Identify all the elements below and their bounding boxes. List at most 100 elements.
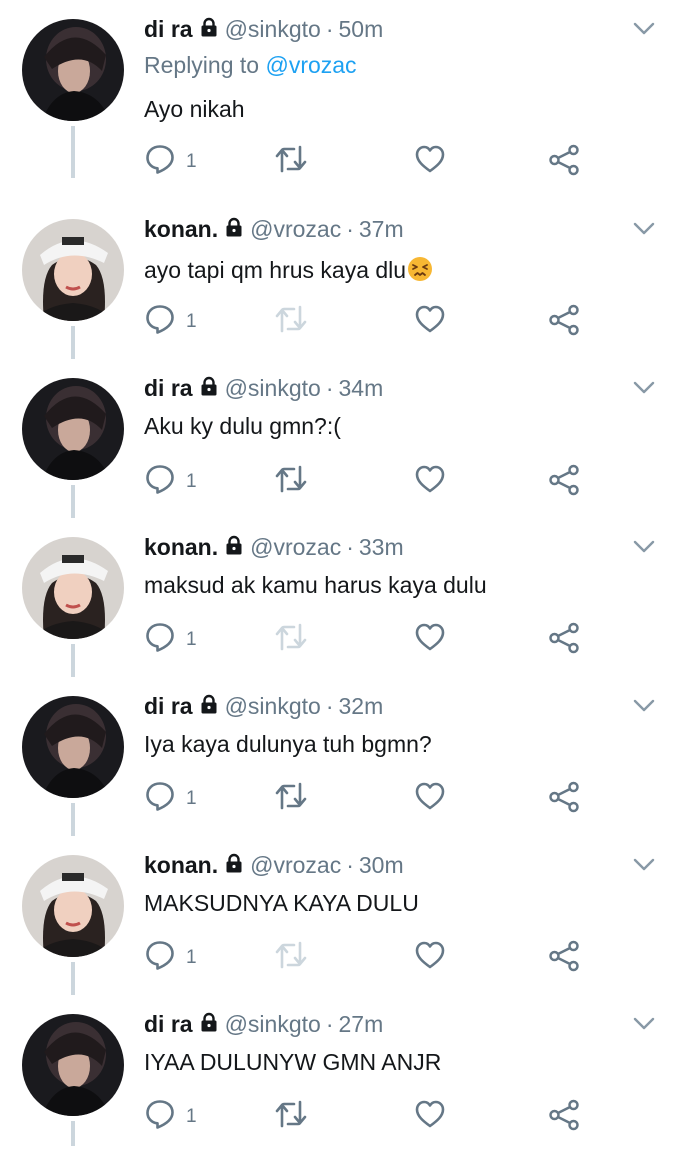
- share-button[interactable]: [548, 781, 580, 818]
- thread-line: [71, 485, 75, 518]
- timestamp[interactable]: 27m: [338, 1011, 383, 1038]
- separator-dot: ·: [346, 216, 354, 242]
- tweet[interactable]: di ra @sinkgto · 34m Aku ky dulu gmn?:( …: [0, 359, 679, 518]
- display-name[interactable]: di ra: [144, 375, 193, 402]
- thread-line: [71, 126, 75, 159]
- reply-button[interactable]: 1: [144, 781, 197, 816]
- tweet-text: Ayo nikah: [144, 96, 245, 122]
- display-name[interactable]: konan.: [144, 852, 218, 879]
- chevron-down-icon[interactable]: [633, 222, 655, 241]
- thread-line: [71, 326, 75, 359]
- tweet[interactable]: di ra @sinkgto · 32m Iya kaya dulunya tu…: [0, 677, 679, 836]
- like-button[interactable]: [414, 1099, 446, 1134]
- avatar[interactable]: [22, 378, 124, 480]
- chevron-down-icon[interactable]: [633, 699, 655, 718]
- heart-icon: [414, 1099, 446, 1134]
- like-button[interactable]: [414, 622, 446, 657]
- thread-line: [71, 962, 75, 995]
- timestamp[interactable]: 34m: [338, 375, 383, 402]
- lock-icon: [199, 375, 219, 402]
- retweet-button[interactable]: [274, 1099, 308, 1134]
- replying-to-line: Replying to @vrozac: [144, 52, 357, 79]
- share-icon: [548, 940, 580, 977]
- share-button[interactable]: [548, 1099, 580, 1136]
- share-icon: [548, 304, 580, 341]
- display-name[interactable]: konan.: [144, 534, 218, 561]
- avatar[interactable]: [22, 19, 124, 121]
- reply-count: 1: [186, 310, 197, 332]
- reply-count: 1: [186, 628, 197, 650]
- share-button[interactable]: [548, 144, 580, 181]
- share-button[interactable]: [548, 464, 580, 501]
- timestamp[interactable]: 30m: [359, 852, 404, 879]
- tweet-text: maksud ak kamu harus kaya dulu: [144, 572, 487, 598]
- replying-to-label: Replying to: [144, 52, 260, 78]
- tweet[interactable]: di ra @sinkgto · 50m Replying to @vrozac…: [0, 0, 679, 176]
- reply-count: 1: [186, 787, 197, 809]
- reply-button[interactable]: 1: [144, 304, 197, 339]
- share-icon: [548, 464, 580, 501]
- tweet[interactable]: konan. @vrozac · 30m MAKSUDNYA KAYA DULU…: [0, 836, 679, 995]
- user-handle[interactable]: @sinkgto: [225, 375, 321, 402]
- retweet-button[interactable]: [274, 464, 308, 499]
- avatar[interactable]: [22, 855, 124, 957]
- like-button[interactable]: [414, 144, 446, 179]
- avatar[interactable]: [22, 1014, 124, 1116]
- retweet-button[interactable]: [274, 781, 308, 816]
- timestamp[interactable]: 32m: [338, 693, 383, 720]
- user-handle[interactable]: @vrozac: [250, 852, 341, 879]
- tweet-text: IYAA DULUNYW GMN ANJR: [144, 1049, 442, 1075]
- share-button[interactable]: [548, 622, 580, 659]
- tweet-actions: 1: [144, 940, 584, 974]
- like-button[interactable]: [414, 940, 446, 975]
- tweet[interactable]: di ra @sinkgto · 27m IYAA DULUNYW GMN AN…: [0, 995, 679, 1154]
- display-name[interactable]: di ra: [144, 16, 193, 43]
- avatar[interactable]: [22, 537, 124, 639]
- user-handle[interactable]: @sinkgto: [225, 1011, 321, 1038]
- like-button[interactable]: [414, 464, 446, 499]
- tweet[interactable]: konan. @vrozac · 33m maksud ak kamu haru…: [0, 518, 679, 677]
- reply-count: 1: [186, 1105, 197, 1127]
- reply-icon: [144, 144, 176, 179]
- chevron-down-icon[interactable]: [633, 858, 655, 877]
- share-button[interactable]: [548, 304, 580, 341]
- reply-button[interactable]: 1: [144, 464, 197, 499]
- timestamp[interactable]: 37m: [359, 216, 404, 243]
- reply-button[interactable]: 1: [144, 1099, 197, 1134]
- retweet-button[interactable]: [274, 144, 308, 179]
- chevron-down-icon[interactable]: [633, 1017, 655, 1036]
- reply-button[interactable]: 1: [144, 622, 197, 657]
- timestamp[interactable]: 50m: [338, 16, 383, 43]
- retweet-icon: [274, 144, 308, 179]
- reply-button[interactable]: 1: [144, 940, 197, 975]
- tweet-text: MAKSUDNYA KAYA DULU: [144, 890, 419, 916]
- heart-icon: [414, 464, 446, 499]
- chevron-down-icon[interactable]: [633, 22, 655, 41]
- user-handle[interactable]: @vrozac: [250, 534, 341, 561]
- heart-icon: [414, 144, 446, 179]
- avatar[interactable]: [22, 696, 124, 798]
- retweet-icon: [274, 622, 308, 657]
- tweet-text: ayo tapi qm hrus kaya dlu: [144, 256, 433, 288]
- replying-to-mention[interactable]: @vrozac: [265, 52, 356, 78]
- display-name[interactable]: di ra: [144, 693, 193, 720]
- user-handle[interactable]: @vrozac: [250, 216, 341, 243]
- user-handle[interactable]: @sinkgto: [225, 693, 321, 720]
- share-icon: [548, 622, 580, 659]
- lock-icon: [199, 693, 219, 720]
- chevron-down-icon[interactable]: [633, 381, 655, 400]
- share-icon: [548, 144, 580, 181]
- chevron-down-icon[interactable]: [633, 540, 655, 559]
- timestamp[interactable]: 33m: [359, 534, 404, 561]
- share-button[interactable]: [548, 940, 580, 977]
- display-name[interactable]: di ra: [144, 1011, 193, 1038]
- like-button[interactable]: [414, 304, 446, 339]
- tweet[interactable]: konan. @vrozac · 37m ayo tapi qm hrus ka…: [0, 159, 679, 359]
- reply-button[interactable]: 1: [144, 144, 197, 179]
- separator-dot: ·: [346, 852, 354, 878]
- like-button[interactable]: [414, 781, 446, 816]
- avatar[interactable]: [22, 219, 124, 321]
- display-name[interactable]: konan.: [144, 216, 218, 243]
- retweet-icon: [274, 940, 308, 975]
- user-handle[interactable]: @sinkgto: [225, 16, 321, 43]
